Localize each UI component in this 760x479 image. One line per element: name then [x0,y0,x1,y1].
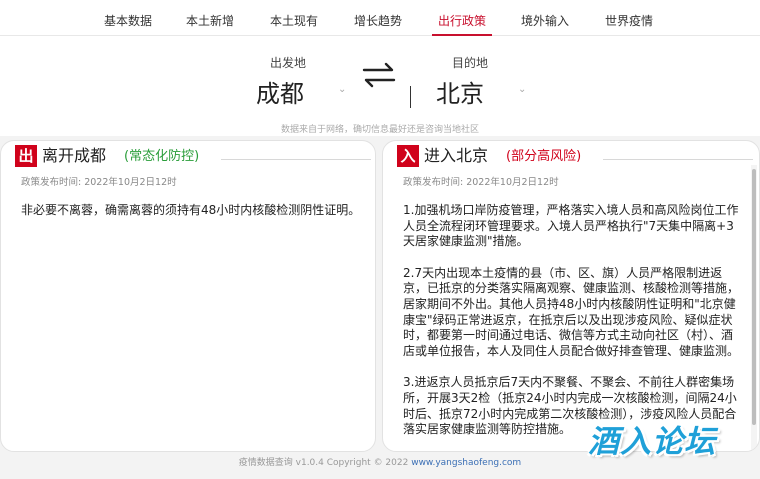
from-label: 出发地 [270,56,307,70]
footer-copyright: 疫情数据查询 v1.0.4 Copyright © 2022 [238,458,412,468]
enter-badge: 入 [397,145,419,167]
footer-link[interactable]: www.yangshaofeng.com [411,458,521,468]
nav-item-local-current[interactable]: 本土现有 [256,0,332,36]
nav-item-travel-policy[interactable]: 出行政策 [424,0,500,36]
enter-risk-level: (部分高风险) [506,149,582,164]
data-source-note: 数据来自于网络，确切信息最好还是咨询当地社区 [280,125,479,135]
from-city-select[interactable]: 成都 [256,74,304,109]
enter-panel-header: 入 进入北京 (部分高风险) [397,143,753,167]
leave-panel-header: 出 离开成都 (常态化防控) [15,143,371,167]
route-divider [410,86,411,108]
leave-policy-panel: 出 离开成都 (常态化防控) 政策发布时间: 2022年10月2日12时 非必要… [0,140,376,452]
nav-item-local-new[interactable]: 本土新增 [172,0,248,36]
nav-item-growth-trend[interactable]: 增长趋势 [340,0,416,36]
to-label: 目的地 [452,56,489,70]
leave-panel-title: 离开成都 [42,146,107,165]
leave-policy-text: 非必要不离蓉，确需离蓉的须持有48小时内核酸检测阴性证明。 [21,203,361,235]
enter-policy-panel: 入 进入北京 (部分高风险) 政策发布时间: 2022年10月2日12时 1.加… [382,140,760,452]
enter-policy-text: 1.加强机场口岸防疫管理，严格落实入境人员和高风险岗位工作人员全流程闭环管理要求… [403,203,741,451]
header-rule [603,159,753,160]
top-nav: 基本数据 本土新增 本土现有 增长趋势 出行政策 境外输入 世界疫情 [0,0,760,36]
swap-icon[interactable] [360,60,398,90]
route-selector: 出发地 成都 ⌄ 目的地 北京 ⌄ 数据来自于网络，确切信息最好还是咨询当地社区 [0,36,760,136]
leave-publish-time: 政策发布时间: 2022年10月2日12时 [21,177,177,188]
chevron-down-icon[interactable]: ⌄ [338,84,346,95]
header-rule [221,159,371,160]
leave-badge: 出 [15,145,37,167]
to-city-select[interactable]: 北京 [436,74,484,109]
nav-item-overseas-import[interactable]: 境外输入 [507,0,583,36]
enter-publish-time: 政策发布时间: 2022年10月2日12时 [403,177,559,188]
enter-panel-title: 进入北京 [424,146,489,165]
policy-paragraph: 非必要不离蓉，确需离蓉的须持有48小时内核酸检测阴性证明。 [21,203,361,217]
nav-item-world-epidemic[interactable]: 世界疫情 [591,0,667,36]
watermark-logo: 酒入论坛 [588,424,716,460]
leave-risk-level: (常态化防控) [124,149,200,164]
scrollbar-thumb[interactable] [752,169,756,425]
nav-item-basic-data[interactable]: 基本数据 [90,0,166,36]
chevron-down-icon[interactable]: ⌄ [518,84,526,95]
policy-paragraph: 2.7天内出现本土疫情的县（市、区、旗）人员严格限制进返京，已抵京的分类落实隔离… [403,265,740,358]
policy-paragraph: 1.加强机场口岸防疫管理，严格落实入境人员和高风险岗位工作人员全流程闭环管理要求… [403,203,739,249]
